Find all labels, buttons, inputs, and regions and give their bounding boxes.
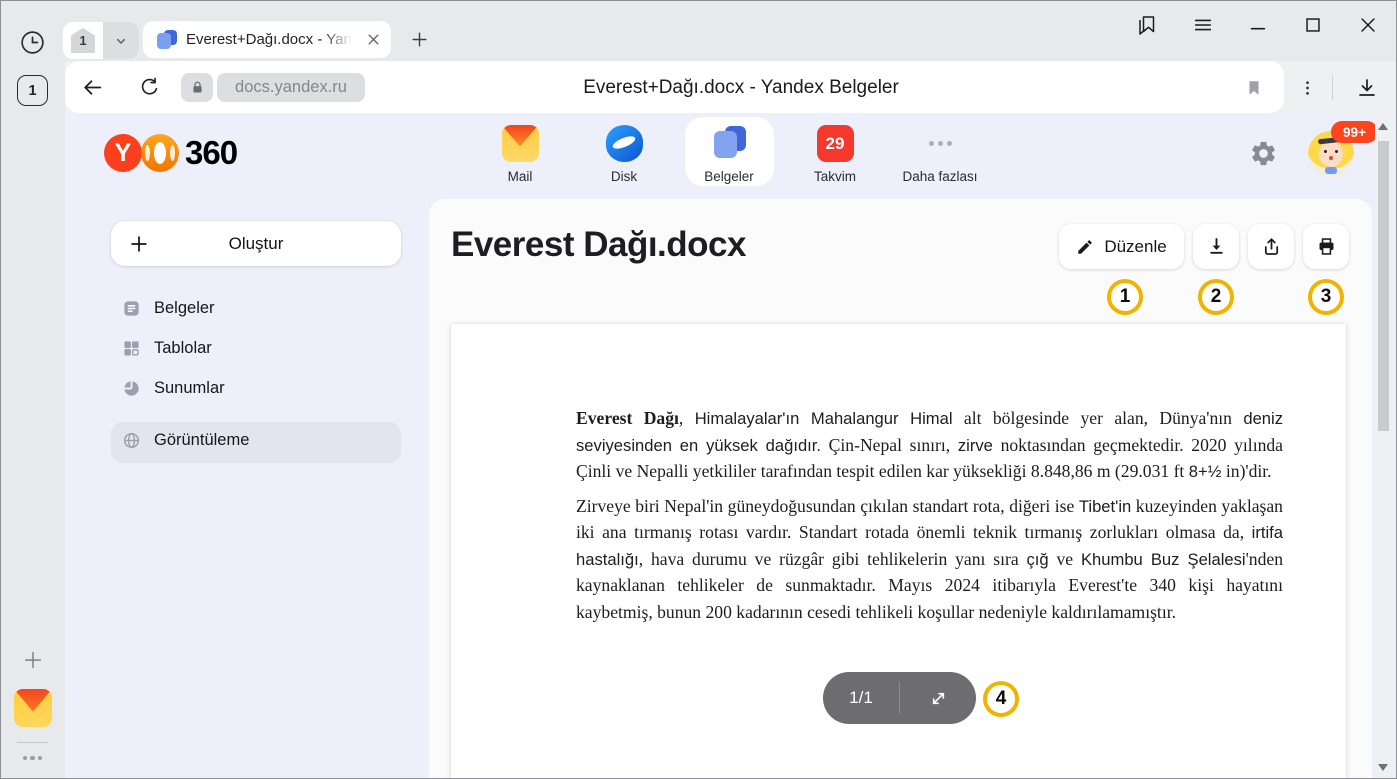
nav-item-takvim[interactable]: 29 Takvim bbox=[790, 125, 880, 184]
edit-button[interactable]: Düzenle bbox=[1059, 224, 1184, 269]
clock-icon bbox=[19, 29, 46, 56]
page-indicator-pill[interactable]: 1/1 bbox=[823, 672, 976, 724]
document-title: Everest Dağı.docx bbox=[451, 225, 746, 265]
history-button[interactable] bbox=[17, 27, 47, 57]
strip-mail-button[interactable] bbox=[14, 689, 52, 727]
settings-button[interactable] bbox=[1247, 137, 1279, 169]
toolbar-divider bbox=[1332, 75, 1333, 100]
close-icon bbox=[1357, 14, 1379, 36]
lock-icon bbox=[190, 80, 205, 95]
scroll-down-arrow[interactable] bbox=[1378, 764, 1388, 771]
create-button[interactable]: Oluştur bbox=[111, 221, 401, 266]
tab-title: Everest+Dağı.docx - Yan bbox=[186, 31, 352, 48]
calendar-app-icon: 29 bbox=[817, 125, 854, 162]
dots-icon bbox=[23, 756, 28, 761]
nav-item-more[interactable]: Daha fazlası bbox=[884, 125, 996, 184]
bookmarks-icon bbox=[1135, 13, 1159, 37]
logo-360-text: 360 bbox=[185, 134, 237, 172]
print-button[interactable] bbox=[1303, 224, 1349, 269]
sidebar-item-goruntuleme[interactable]: Görüntüleme bbox=[111, 422, 401, 463]
page-indicator-text: 1/1 bbox=[823, 688, 899, 708]
back-arrow-icon bbox=[80, 75, 105, 100]
expand-icon bbox=[928, 688, 949, 709]
annotation-circle-1: 1 bbox=[1107, 279, 1143, 315]
annotation-circle-3: 3 bbox=[1308, 279, 1344, 315]
printer-icon bbox=[1316, 236, 1337, 257]
nav-item-mail[interactable]: Mail bbox=[475, 125, 565, 184]
share-button[interactable] bbox=[1248, 224, 1294, 269]
url-text-chip[interactable]: docs.yandex.ru bbox=[217, 73, 365, 102]
pencil-icon bbox=[1076, 238, 1094, 256]
globe-icon bbox=[122, 431, 141, 450]
notifications-badge: 99+ bbox=[1331, 121, 1378, 143]
strip-add-button[interactable] bbox=[19, 646, 47, 674]
mail-app-icon bbox=[502, 125, 539, 162]
sidebar-item-sunumlar[interactable]: Sunumlar bbox=[122, 376, 392, 400]
scroll-up-arrow[interactable] bbox=[1378, 123, 1388, 130]
extensions-menu-button[interactable] bbox=[1293, 73, 1321, 102]
collections-button[interactable] bbox=[1133, 11, 1161, 39]
docs-app-icon bbox=[711, 125, 748, 162]
page-title-center: Everest+Dağı.docx - Yandex Belgeler bbox=[401, 73, 1081, 102]
edit-button-label: Düzenle bbox=[1104, 237, 1166, 257]
table-icon bbox=[122, 339, 141, 358]
disk-app-icon bbox=[606, 125, 643, 162]
minimize-icon bbox=[1247, 14, 1269, 36]
plus-icon bbox=[128, 233, 150, 255]
chevron-down-icon bbox=[113, 33, 129, 49]
nav-item-disk[interactable]: Disk bbox=[579, 125, 669, 184]
strip-divider bbox=[17, 742, 48, 743]
new-tab-button[interactable] bbox=[403, 23, 435, 55]
annotation-circle-2: 2 bbox=[1198, 279, 1234, 315]
sidebar-item-belgeler[interactable]: Belgeler bbox=[122, 296, 392, 320]
download-document-button[interactable] bbox=[1193, 224, 1239, 269]
tab-group-count: 1 bbox=[71, 28, 95, 53]
create-button-label: Oluştur bbox=[229, 234, 284, 254]
annotation-circle-4: 4 bbox=[983, 681, 1019, 717]
plus-icon bbox=[410, 30, 429, 49]
minimize-button[interactable] bbox=[1244, 11, 1272, 39]
tab-group-button[interactable]: 1 bbox=[63, 22, 139, 59]
plus-icon bbox=[22, 649, 44, 671]
reload-icon bbox=[138, 76, 161, 99]
yandex-docs-favicon bbox=[157, 30, 177, 50]
close-icon bbox=[366, 32, 381, 47]
fullscreen-button[interactable] bbox=[900, 688, 976, 709]
nav-item-belgeler[interactable]: Belgeler bbox=[684, 125, 774, 184]
download-arrow-icon bbox=[1355, 76, 1379, 100]
bookmark-flag-icon bbox=[1245, 77, 1263, 99]
downloads-button[interactable] bbox=[1351, 73, 1383, 102]
document-paragraphs: Everest Dağı, Himalayalar'ın Mahalangur … bbox=[576, 406, 1283, 634]
share-icon bbox=[1261, 236, 1282, 257]
side-panel-tab-counter[interactable]: 1 bbox=[17, 75, 48, 106]
avatar-face bbox=[1319, 141, 1343, 167]
browser-window: 1 Everest+Dağı.docx - Yan bbox=[0, 0, 1397, 779]
presentation-icon bbox=[122, 379, 141, 398]
browser-menu-button[interactable] bbox=[1189, 11, 1217, 39]
scrollbar-thumb[interactable] bbox=[1378, 141, 1389, 431]
tab-close-button[interactable] bbox=[366, 32, 381, 47]
yandex-360-logo[interactable]: Y 360 bbox=[104, 132, 264, 174]
sidebar-item-tablolar[interactable]: Tablolar bbox=[122, 336, 392, 360]
site-security-chip[interactable] bbox=[181, 73, 213, 102]
back-button[interactable] bbox=[77, 73, 107, 101]
reload-button[interactable] bbox=[134, 73, 164, 101]
more-dots-icon bbox=[922, 125, 959, 162]
maximize-button[interactable] bbox=[1299, 11, 1327, 39]
maximize-icon bbox=[1302, 14, 1324, 36]
avatar-bow bbox=[1325, 167, 1337, 174]
kebab-menu-icon bbox=[1299, 78, 1316, 98]
hamburger-icon bbox=[1192, 14, 1214, 36]
gear-icon bbox=[1249, 139, 1278, 168]
page-scrollbar[interactable] bbox=[1375, 113, 1392, 779]
yandex-y-icon: Y bbox=[104, 134, 142, 172]
tab-group-expand[interactable] bbox=[103, 22, 139, 59]
close-window-button[interactable] bbox=[1354, 11, 1382, 39]
download-icon bbox=[1206, 236, 1227, 257]
bookmark-button[interactable] bbox=[1239, 73, 1269, 102]
document-icon bbox=[122, 299, 141, 318]
360-orb-icon bbox=[141, 134, 179, 172]
strip-more-button[interactable] bbox=[17, 749, 48, 767]
active-tab[interactable]: Everest+Dağı.docx - Yan bbox=[143, 21, 391, 58]
